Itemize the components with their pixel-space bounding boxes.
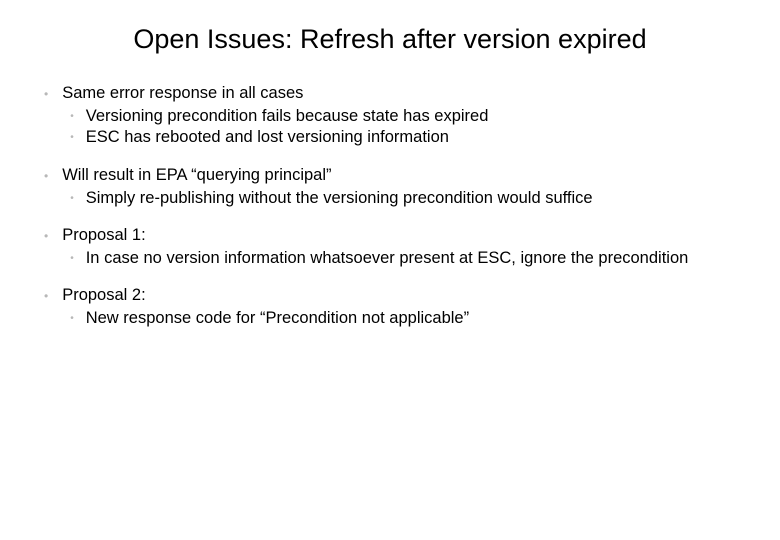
sub-bullet-text: Versioning precondition fails because st… bbox=[86, 106, 740, 127]
sub-bullet-text: Simply re-publishing without the version… bbox=[86, 188, 740, 209]
bullet-item: • Will result in EPA “querying principal… bbox=[40, 165, 740, 209]
bullet-text: Proposal 1: bbox=[62, 225, 740, 246]
slide-title: Open Issues: Refresh after version expir… bbox=[40, 24, 740, 55]
bullet-item: • Proposal 1: • In case no version infor… bbox=[40, 225, 740, 269]
bullet-marker: • bbox=[44, 289, 48, 329]
sub-bullet-item: • In case no version information whatsoe… bbox=[62, 248, 740, 269]
bullet-item: • Proposal 2: • New response code for “P… bbox=[40, 285, 740, 329]
sub-bullet-item: • New response code for “Precondition no… bbox=[62, 308, 740, 329]
bullet-marker: • bbox=[44, 169, 48, 209]
sub-bullet-marker: • bbox=[70, 132, 74, 148]
bullet-item: • Same error response in all cases • Ver… bbox=[40, 83, 740, 149]
sub-bullet-item: • ESC has rebooted and lost versioning i… bbox=[62, 127, 740, 148]
bullet-marker: • bbox=[44, 229, 48, 269]
sub-bullet-marker: • bbox=[70, 193, 74, 209]
sub-bullet-item: • Simply re-publishing without the versi… bbox=[62, 188, 740, 209]
sub-bullet-marker: • bbox=[70, 253, 74, 269]
bullet-marker: • bbox=[44, 87, 48, 149]
sub-bullet-text: ESC has rebooted and lost versioning inf… bbox=[86, 127, 740, 148]
sub-bullet-marker: • bbox=[70, 111, 74, 127]
slide-content: • Same error response in all cases • Ver… bbox=[40, 83, 740, 330]
bullet-text: Will result in EPA “querying principal” bbox=[62, 165, 740, 186]
sub-bullet-item: • Versioning precondition fails because … bbox=[62, 106, 740, 127]
bullet-text: Proposal 2: bbox=[62, 285, 740, 306]
sub-bullet-text: New response code for “Precondition not … bbox=[86, 308, 740, 329]
bullet-text: Same error response in all cases bbox=[62, 83, 740, 104]
sub-bullet-text: In case no version information whatsoeve… bbox=[86, 248, 740, 269]
sub-bullet-marker: • bbox=[70, 313, 74, 329]
